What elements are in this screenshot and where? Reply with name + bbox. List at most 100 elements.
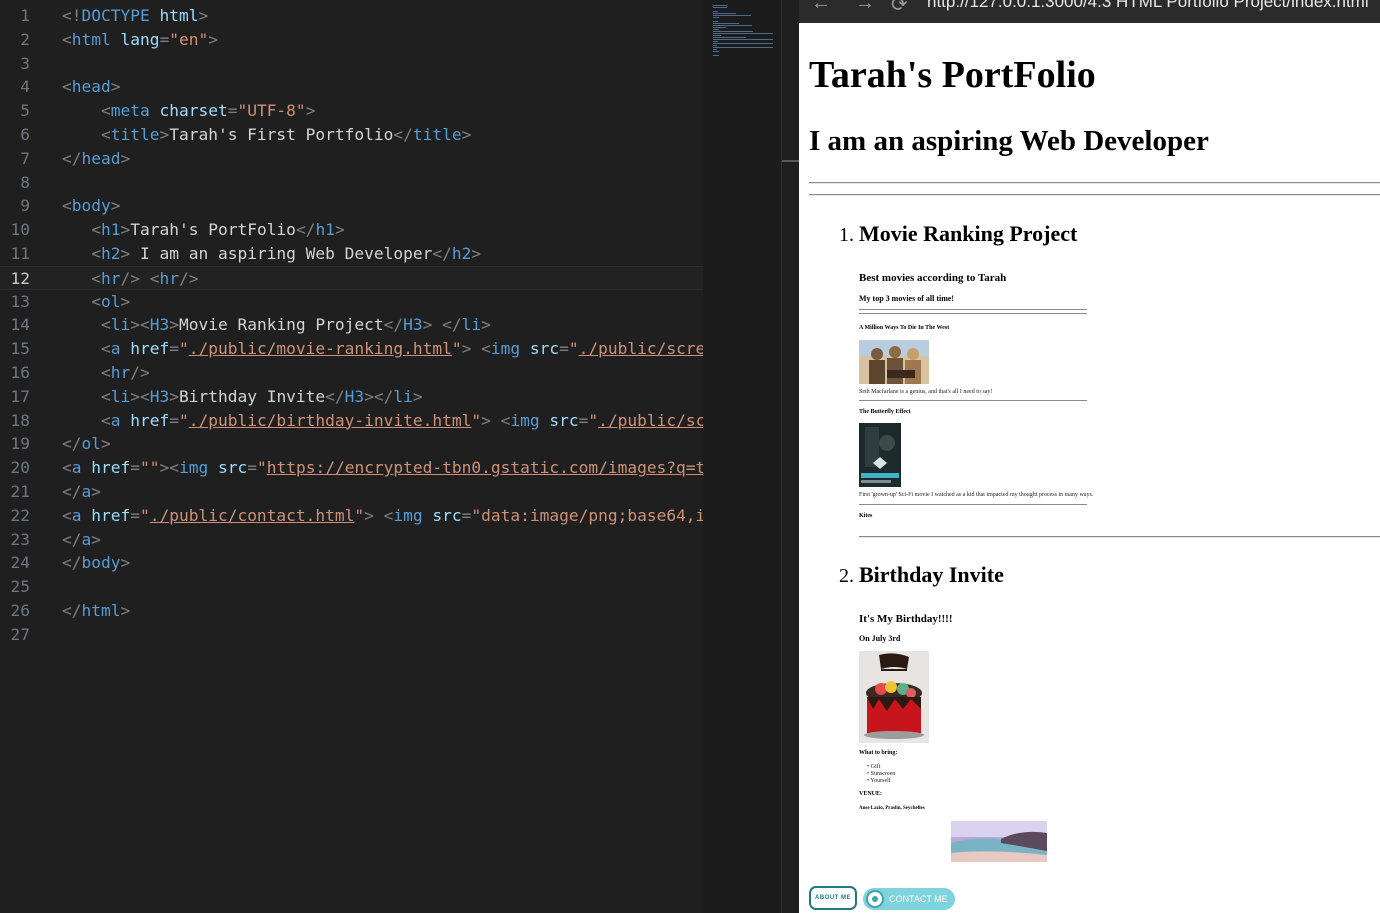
code-line[interactable]: 21 </a> bbox=[0, 480, 703, 504]
code-token: src bbox=[432, 505, 462, 525]
code-text[interactable]: <a href=""><img src="https://encrypted-t… bbox=[62, 456, 703, 480]
code-text[interactable]: <a href="./public/movie-ranking.html"> <… bbox=[62, 337, 703, 361]
code-text[interactable]: </ol> bbox=[62, 432, 111, 456]
code-text[interactable]: </head> bbox=[62, 147, 130, 171]
code-token: DOCTYPE bbox=[81, 6, 150, 25]
code-text[interactable]: <hr/> bbox=[62, 361, 150, 385]
code-line[interactable]: 25 bbox=[0, 575, 703, 599]
venue-text[interactable]: Anse Lazio, Praslin, Seychelles bbox=[859, 806, 925, 811]
forward-arrow-icon[interactable]: → bbox=[855, 0, 875, 15]
birthday-preview-heading[interactable]: It's My Birthday!!!! bbox=[859, 613, 953, 625]
code-line[interactable]: 14 <li><H3>Movie Ranking Project</H3> </… bbox=[0, 313, 703, 337]
code-text[interactable]: </html> bbox=[62, 599, 130, 623]
bring-item[interactable]: • Sunscreen bbox=[867, 771, 895, 777]
minimap[interactable] bbox=[703, 0, 781, 913]
line-number: 21 bbox=[10, 482, 31, 501]
code-line[interactable]: 19 </ol> bbox=[0, 432, 703, 456]
code-text[interactable]: <li><H3>Birthday Invite</H3></li> bbox=[62, 385, 423, 409]
bring-item[interactable]: • Gift bbox=[867, 764, 880, 770]
code-token: " bbox=[256, 458, 267, 478]
bring-item[interactable]: • Yourself bbox=[867, 778, 891, 784]
bring-label[interactable]: What to bring: bbox=[859, 750, 897, 756]
birthday-cake-image[interactable] bbox=[859, 651, 929, 743]
movie-title[interactable]: A Million Ways To Die In The West bbox=[859, 325, 949, 331]
address-bar[interactable]: ← → ⟳ http://127.0.0.1:3000/4.3 HTML Por… bbox=[799, 0, 1380, 23]
code-line[interactable]: 24 </body> bbox=[0, 551, 703, 575]
code-line[interactable]: 23 </a> bbox=[0, 528, 703, 552]
line-number: 4 bbox=[20, 77, 30, 97]
code-text[interactable]: <h2> I am an aspiring Web Developer</h2> bbox=[62, 242, 481, 266]
code-text[interactable]: <html lang="en"> bbox=[62, 28, 218, 52]
code-text[interactable]: <li><H3>Movie Ranking Project</H3> </li> bbox=[62, 313, 491, 337]
code-text[interactable]: <ol> bbox=[62, 290, 130, 314]
venue-beach-image[interactable] bbox=[951, 821, 1047, 862]
code-line[interactable]: 11 <h2> I am an aspiring Web Developer</… bbox=[0, 242, 703, 266]
contact-me-button[interactable]: CONTACT ME bbox=[863, 888, 955, 910]
code-line[interactable]: 12 <hr/> <hr/> bbox=[0, 265, 703, 291]
code-text[interactable]: <title>Tarah's First Portfolio</title> bbox=[62, 123, 471, 147]
code-token: h1 bbox=[101, 220, 121, 240]
movie-caption[interactable]: Seth Macfarlane is a genius, and that's … bbox=[859, 389, 992, 395]
code-line[interactable]: 4 <head> bbox=[0, 75, 703, 99]
movie-poster-image[interactable] bbox=[859, 423, 901, 487]
line-number: 7 bbox=[20, 148, 30, 168]
line-number: 12 bbox=[10, 268, 31, 288]
code-text[interactable]: <a href="./public/contact.html"> <img sr… bbox=[62, 504, 703, 528]
code-text[interactable]: </a> bbox=[62, 528, 101, 552]
code-line[interactable]: 5 <meta charset="UTF-8"> bbox=[0, 99, 703, 123]
movie-title[interactable]: Kites bbox=[859, 513, 872, 519]
code-line[interactable]: 18 <a href="./public/birthday-invite.htm… bbox=[0, 409, 704, 433]
code-editor[interactable]: 1 <!DOCTYPE html> 2 <html lang="en"> 3 4 <head… bbox=[0, 0, 703, 913]
line-number: 20 bbox=[10, 458, 31, 478]
editor-scrollbar[interactable] bbox=[781, 0, 800, 913]
movie-preview-heading[interactable]: Best movies according to Tarah bbox=[859, 272, 1006, 284]
code-line[interactable]: 13 <ol> bbox=[0, 290, 703, 314]
code-text[interactable]: <!DOCTYPE html> bbox=[62, 4, 208, 28]
reload-icon[interactable]: ⟳ bbox=[891, 0, 908, 17]
code-line[interactable]: 1 <!DOCTYPE html> bbox=[0, 4, 703, 28]
code-line[interactable]: 15 <a href="./public/movie-ranking.html"… bbox=[0, 337, 704, 361]
code-token: </ bbox=[62, 434, 82, 454]
code-line[interactable]: 20 <a href=""><img src="https://encrypted… bbox=[0, 456, 704, 480]
birthday-preview-date[interactable]: On July 3rd bbox=[859, 634, 900, 643]
code-line[interactable]: 27 bbox=[0, 623, 703, 647]
venue-label[interactable]: VENUE: bbox=[859, 791, 882, 797]
code-text[interactable]: <a href="./public/birthday-invite.html">… bbox=[62, 409, 703, 433]
code-line[interactable]: 26 </html> bbox=[0, 599, 703, 623]
code-text[interactable]: <h1>Tarah's PortFolio</h1> bbox=[62, 218, 344, 242]
code-text[interactable]: </a> bbox=[62, 480, 101, 504]
code-line[interactable]: 2 <html lang="en"> bbox=[0, 28, 703, 52]
code-line[interactable]: 8 bbox=[0, 171, 703, 195]
code-text[interactable]: <head> bbox=[62, 75, 120, 99]
code-line[interactable]: 9 <body> bbox=[0, 194, 703, 218]
movie-caption[interactable]: First 'grown-up' Sci-Fi movie I watched … bbox=[859, 492, 1093, 498]
movie-title[interactable]: The Butterfly Effect bbox=[859, 409, 911, 415]
code-line[interactable]: 17 <li><H3>Birthday Invite</H3></li> bbox=[0, 385, 703, 409]
code-text[interactable]: </body> bbox=[62, 551, 130, 575]
code-token: < bbox=[100, 386, 111, 406]
code-line[interactable]: 22 <a href="./public/contact.html"> <img … bbox=[0, 504, 704, 528]
code-line[interactable]: 16 <hr/> bbox=[0, 361, 703, 385]
code-token: /> bbox=[130, 363, 150, 382]
about-me-button[interactable]: ABOUT ME bbox=[809, 886, 857, 910]
code-token: H3 bbox=[149, 315, 170, 335]
url-text[interactable]: http://127.0.0.1:3000/4.3 HTML Portfolio… bbox=[927, 0, 1369, 12]
code-token: < bbox=[91, 220, 101, 240]
code-text[interactable]: <body> bbox=[62, 194, 120, 218]
movie-poster-image[interactable] bbox=[859, 340, 929, 384]
movie-preview-subheading[interactable]: My top 3 movies of all time! bbox=[859, 294, 954, 303]
code-line[interactable]: 7 </head> bbox=[0, 147, 703, 171]
back-arrow-icon[interactable]: ← bbox=[811, 0, 831, 15]
code-text[interactable]: <hr/> <hr/> bbox=[62, 267, 198, 291]
line-number: 23 bbox=[10, 529, 31, 549]
code-line[interactable]: 10 <h1>Tarah's PortFolio</h1> bbox=[0, 218, 703, 242]
code-line[interactable]: 3 bbox=[0, 52, 703, 76]
code-line[interactable]: 6 <title>Tarah's First Portfolio</title> bbox=[0, 123, 703, 147]
code-token: li bbox=[110, 386, 131, 406]
code-token: > bbox=[461, 339, 472, 359]
code-token: < bbox=[100, 125, 111, 144]
code-text[interactable]: <meta charset="UTF-8"> bbox=[62, 99, 315, 123]
